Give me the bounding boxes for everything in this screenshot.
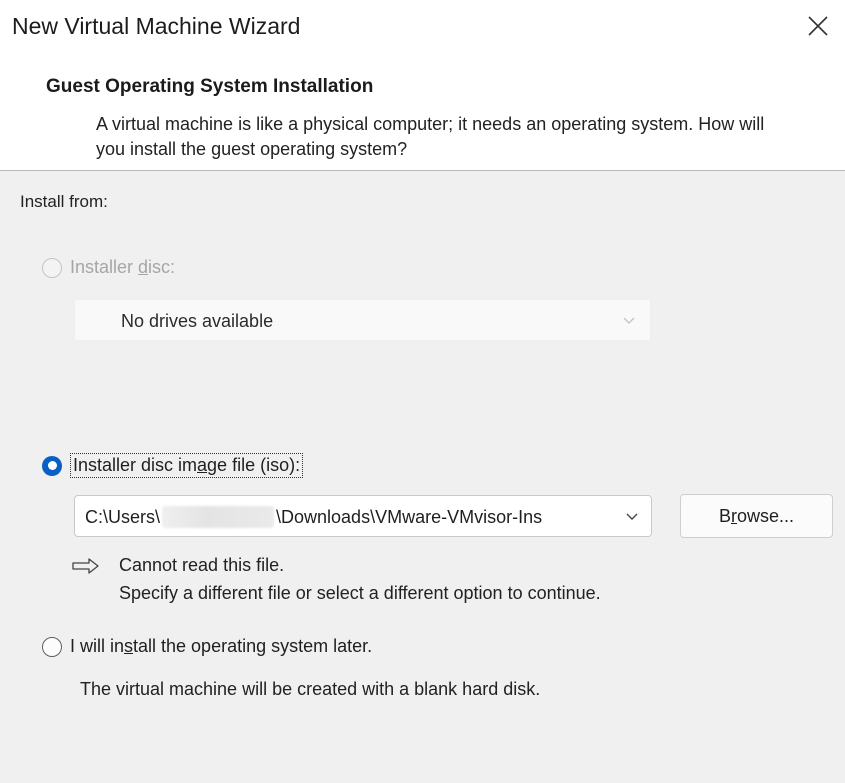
iso-option[interactable]: Installer disc image file (iso):	[42, 453, 304, 478]
warning-message: Cannot read this file.	[119, 555, 285, 575]
close-icon	[808, 16, 828, 36]
chevron-down-icon	[626, 513, 638, 520]
iso-path-value: C:\Users\ \Downloads\VMware-VMvisor-Ins	[85, 506, 542, 528]
warning-hint: Specify a different file or select a dif…	[119, 583, 601, 603]
install-later-label: I will install the operating system late…	[70, 636, 373, 656]
iso-path-combobox[interactable]: C:\Users\ \Downloads\VMware-VMvisor-Ins	[74, 495, 652, 537]
iso-warning: Cannot read this file. Specify a differe…	[72, 555, 601, 604]
wizard-body: Install from: Installer disc: No drives …	[0, 171, 845, 783]
wizard-header: Guest Operating System Installation A vi…	[0, 56, 845, 170]
installer-disc-radio[interactable]	[42, 257, 62, 278]
redacted-username	[162, 506, 275, 528]
browse-button[interactable]: Br owse...	[680, 494, 833, 538]
title-bar: New Virtual Machine Wizard	[0, 0, 845, 56]
iso-dropdown-toggle[interactable]	[613, 496, 651, 536]
wizard-window: New Virtual Machine Wizard Guest Operati…	[0, 0, 845, 783]
installer-disc-dropdown-value: No drives available	[121, 311, 274, 331]
iso-label: Installer disc image file (iso):	[70, 453, 304, 478]
installer-disc-label: Installer disc:	[70, 257, 176, 277]
chevron-down-icon	[623, 317, 635, 324]
page-title: Guest Operating System Installation	[46, 76, 374, 97]
window-title: New Virtual Machine Wizard	[12, 13, 301, 39]
installer-disc-dropdown[interactable]: No drives available	[74, 299, 651, 341]
iso-radio[interactable]	[42, 455, 62, 476]
install-later-radio[interactable]	[42, 636, 62, 657]
page-description: A virtual machine is like a physical com…	[96, 114, 765, 159]
install-later-option[interactable]: I will install the operating system late…	[42, 636, 372, 657]
iso-path-suffix: \Downloads\VMware-VMvisor-Ins	[276, 506, 543, 527]
iso-path-prefix: C:\Users\	[85, 506, 161, 527]
install-from-label: Install from:	[20, 192, 108, 211]
install-later-description: The virtual machine will be created with…	[80, 679, 541, 699]
arrow-right-icon	[72, 557, 100, 574]
installer-disc-option[interactable]: Installer disc:	[42, 257, 175, 278]
close-button[interactable]	[797, 6, 839, 46]
